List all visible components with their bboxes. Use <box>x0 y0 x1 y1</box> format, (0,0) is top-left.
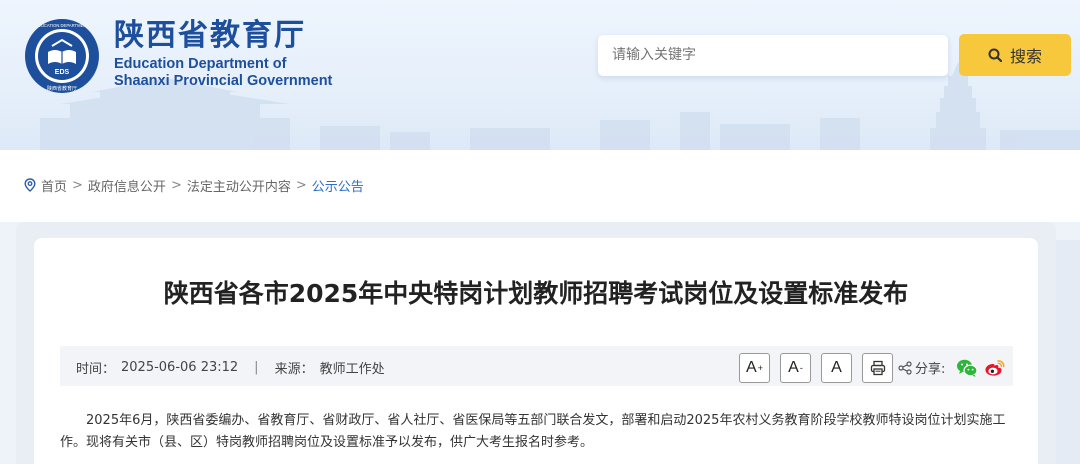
share-icon <box>898 360 912 375</box>
font-decrease-button[interactable]: A- <box>780 353 811 383</box>
site-logo[interactable]: EDS EDUCATION DEPARTMENT 陕西省教育厅 陕西省教育厅 E… <box>24 18 332 94</box>
font-increase-letter: A <box>746 359 757 376</box>
time-value: 2025-06-06 23:12 <box>121 360 239 375</box>
site-header: EDS EDUCATION DEPARTMENT 陕西省教育厅 陕西省教育厅 E… <box>0 0 1080 150</box>
side-strip <box>1056 240 1080 464</box>
breadcrumb-home[interactable]: 首页 <box>41 176 67 195</box>
search-button-label: 搜索 <box>1009 47 1042 66</box>
article-meta: 时间： 2025-06-06 23:12 | 来源： 教师工作处 <box>76 358 385 377</box>
svg-text:EDS: EDS <box>55 69 70 76</box>
site-name-en-line2: Shaanxi Provincial Government <box>114 73 333 89</box>
font-increase-mark: + <box>757 363 763 373</box>
weibo-icon[interactable] <box>984 358 1006 378</box>
search-input[interactable] <box>598 35 948 76</box>
svg-text:陕西省教育厅: 陕西省教育厅 <box>47 85 77 92</box>
article-title: 陕西省各市2025年中央特岗计划教师招聘考试岗位及设置标准发布 <box>163 279 909 308</box>
breadcrumb-statutory[interactable]: 法定主动公开内容 <box>187 176 291 195</box>
font-increase-button[interactable]: A + <box>739 353 770 383</box>
article-body: 2025年6月，陕西省委编办、省教育厅、省财政厅、省人社厅、省医保局等五部门联合… <box>60 413 1006 450</box>
font-reset-button[interactable]: A <box>821 353 852 383</box>
site-name-cn: 陕西省教育厅 <box>114 18 306 53</box>
search-icon <box>988 48 1002 62</box>
printer-icon <box>870 360 885 376</box>
print-button[interactable] <box>862 353 893 383</box>
meta-divider: | <box>254 360 259 375</box>
time-label: 时间： <box>76 362 116 377</box>
breadcrumb-separator: > <box>72 177 83 193</box>
source-value: 教师工作处 <box>319 362 385 377</box>
location-pin-icon <box>24 178 36 192</box>
breadcrumb: 首页 > 政府信息公开 > 法定主动公开内容 > 公示公告 <box>24 176 364 195</box>
source-label: 来源： <box>274 362 314 377</box>
site-name-en-line1: Education Department of <box>114 56 287 72</box>
breadcrumb-separator: > <box>170 177 182 193</box>
share-group: 分享: <box>898 358 945 377</box>
font-decrease-letter: A <box>788 359 799 376</box>
wechat-icon[interactable] <box>956 358 978 378</box>
breadcrumb-announcements[interactable]: 公示公告 <box>312 176 364 195</box>
breadcrumb-separator: > <box>295 177 307 193</box>
font-reset-letter: A <box>831 359 842 376</box>
svg-text:EDUCATION DEPARTMENT: EDUCATION DEPARTMENT <box>35 23 89 28</box>
breadcrumb-gov-info[interactable]: 政府信息公开 <box>88 176 166 195</box>
font-decrease-mark: - <box>799 363 803 373</box>
search-button[interactable]: 搜索 <box>959 34 1071 76</box>
education-emblem-icon: EDS EDUCATION DEPARTMENT 陕西省教育厅 <box>25 19 99 93</box>
share-label: 分享: <box>915 362 946 377</box>
